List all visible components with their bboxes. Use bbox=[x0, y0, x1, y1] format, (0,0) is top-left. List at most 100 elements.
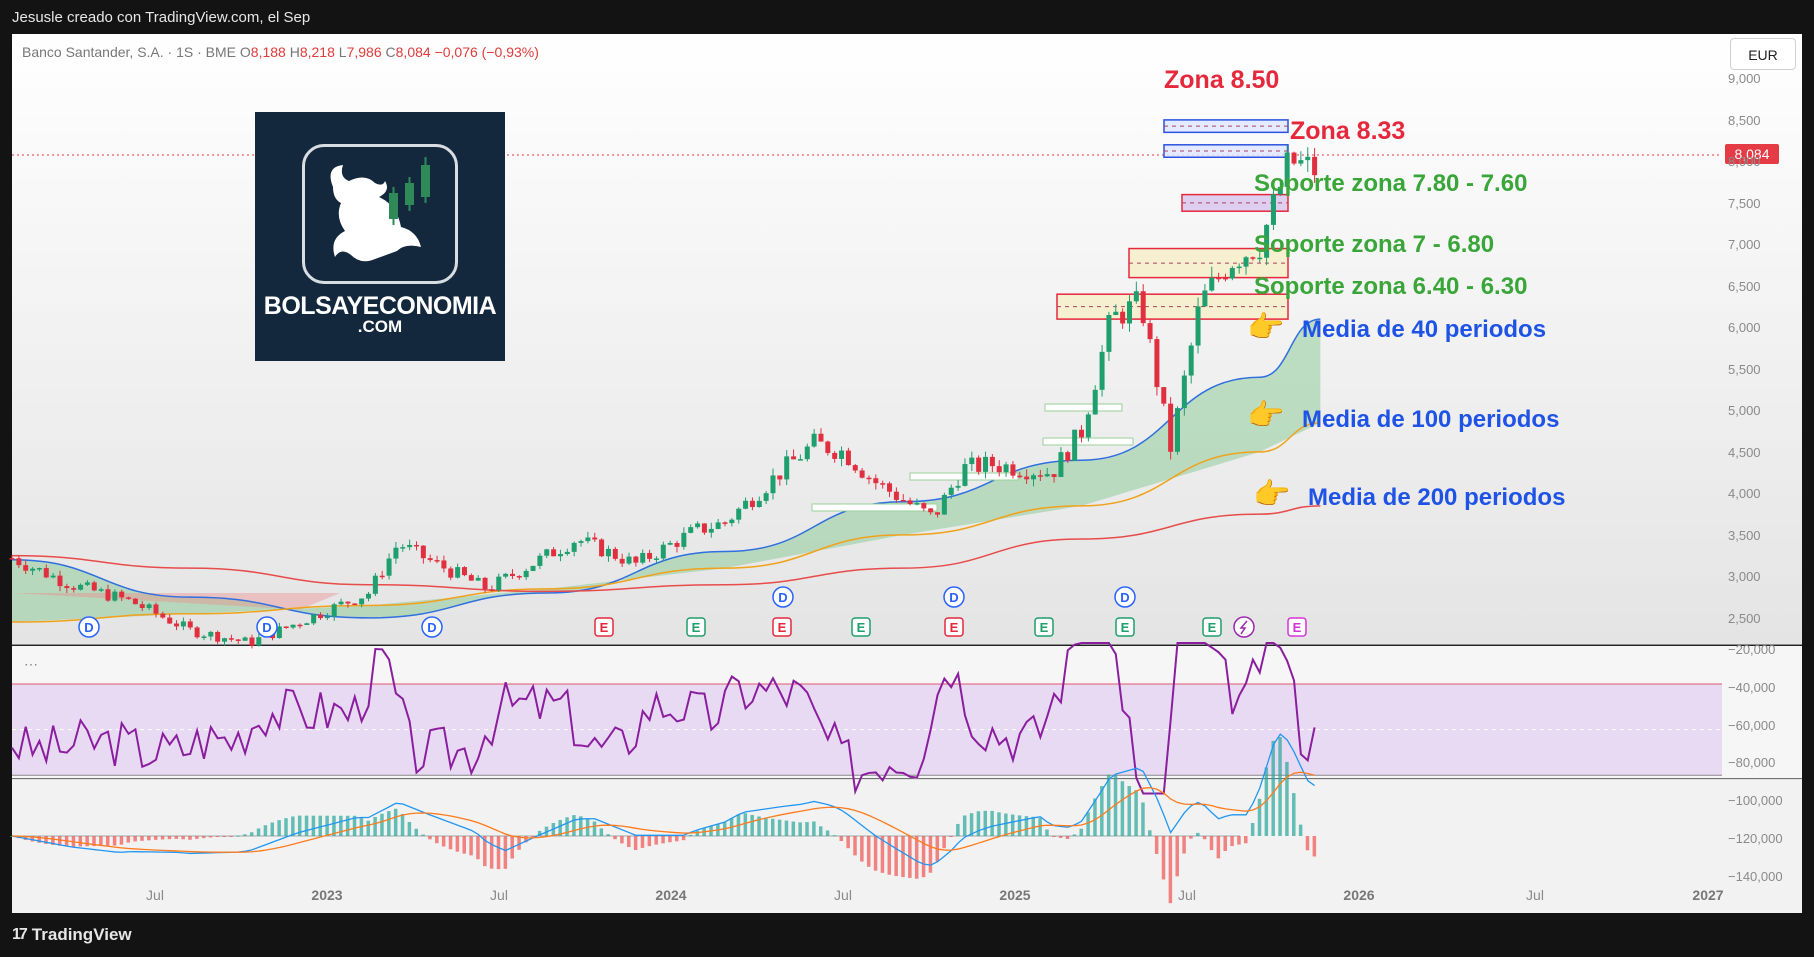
candle-body bbox=[557, 554, 563, 557]
earnings-letter: E bbox=[1040, 620, 1049, 635]
bottom-bar: 17 TradingView bbox=[0, 913, 1814, 957]
indicator-tick: −20,000 bbox=[1728, 642, 1776, 657]
candle-body bbox=[9, 558, 15, 560]
macd-histogram-bar bbox=[839, 836, 844, 842]
candle-body bbox=[859, 470, 865, 478]
macd-histogram-bar bbox=[291, 816, 295, 836]
currency-button[interactable]: EUR bbox=[1730, 38, 1796, 70]
macd-histogram-bar bbox=[311, 815, 316, 836]
macd-histogram-bar bbox=[393, 808, 398, 836]
soporte-640-label[interactable]: Soporte zona 6.40 - 6.30 bbox=[1254, 273, 1527, 301]
candle-body bbox=[1154, 339, 1160, 388]
candle-body bbox=[1085, 414, 1091, 438]
candle-body bbox=[235, 639, 241, 641]
candle-body bbox=[1181, 375, 1187, 409]
candle-body bbox=[441, 560, 447, 569]
candle-body bbox=[797, 459, 803, 461]
candle-body bbox=[544, 549, 550, 556]
dividend-marker: D bbox=[772, 586, 794, 608]
tradingview-logo[interactable]: 17 TradingView bbox=[12, 925, 132, 945]
candle-body bbox=[1065, 452, 1071, 461]
soporte-700-label[interactable]: Soporte zona 7 - 6.80 bbox=[1254, 231, 1494, 259]
media-100-label[interactable]: Media de 100 periodos bbox=[1302, 406, 1559, 434]
close-label: C bbox=[385, 44, 396, 60]
candle-body bbox=[969, 457, 975, 465]
more-options-icon[interactable]: ⋯ bbox=[24, 656, 38, 673]
candle-body bbox=[551, 549, 557, 557]
dividend-marker: D bbox=[78, 616, 100, 638]
indicator-tick: −120,000 bbox=[1728, 831, 1783, 846]
low-label: L bbox=[338, 44, 347, 60]
earnings-letter: E bbox=[600, 620, 609, 635]
candle-body bbox=[804, 446, 810, 460]
candle-body bbox=[996, 466, 1002, 473]
macd-histogram-bar bbox=[620, 836, 624, 844]
macd-histogram-bar bbox=[1086, 812, 1090, 836]
candle-body bbox=[743, 500, 749, 509]
candle-body bbox=[914, 503, 920, 505]
macd-histogram-bar bbox=[503, 836, 508, 869]
macd-histogram-bar bbox=[894, 836, 898, 877]
macd-histogram-bar bbox=[428, 836, 432, 840]
macd-histogram-bar bbox=[195, 836, 199, 839]
candle-body bbox=[338, 601, 344, 605]
macd-histogram-bar bbox=[277, 820, 281, 836]
price-tick: 8,000 bbox=[1728, 154, 1761, 169]
candle-body bbox=[1113, 311, 1119, 316]
candle-body bbox=[880, 483, 886, 485]
candle-body bbox=[489, 589, 495, 591]
candle-body bbox=[1106, 315, 1112, 352]
range-box bbox=[811, 503, 938, 512]
candle-body bbox=[592, 537, 598, 540]
time-tick: 2027 bbox=[1692, 887, 1724, 903]
media-200-label[interactable]: Media de 200 periodos bbox=[1308, 484, 1565, 512]
macd-histogram-bar bbox=[1271, 740, 1275, 836]
candle-body bbox=[585, 537, 591, 542]
candle-body bbox=[324, 616, 330, 619]
brand-logo: BOLSAYECONOMIA .COM bbox=[255, 112, 505, 361]
macd-histogram-bar bbox=[832, 835, 837, 837]
media-40-label[interactable]: Media de 40 periodos bbox=[1302, 316, 1546, 344]
symbol-legend[interactable]: Banco Santander, S.A. · 1S · BME O8,188 … bbox=[22, 44, 539, 60]
macd-histogram-bar bbox=[983, 810, 988, 836]
indicator-tick: −80,000 bbox=[1728, 755, 1776, 771]
zona-833-label[interactable]: Zona 8.33 bbox=[1290, 117, 1405, 146]
earnings-marker: E bbox=[944, 617, 964, 637]
symbol-name: Banco Santander, S.A. · 1S · BME bbox=[22, 44, 236, 60]
candle-body bbox=[311, 614, 317, 624]
macd-histogram-bar bbox=[688, 834, 693, 836]
candle-body bbox=[516, 576, 522, 578]
macd-histogram-bar bbox=[750, 814, 754, 836]
candle-body bbox=[1003, 464, 1009, 473]
candle-body bbox=[1051, 474, 1057, 477]
soporte-780-label[interactable]: Soporte zona 7.80 - 7.60 bbox=[1254, 170, 1527, 198]
candle-body bbox=[770, 475, 776, 494]
macd-histogram-bar bbox=[1237, 836, 1241, 845]
time-tick: Jul bbox=[834, 887, 852, 903]
macd-histogram-bar bbox=[956, 823, 960, 836]
candle-body bbox=[386, 558, 392, 576]
candle-body bbox=[30, 568, 36, 571]
candle-body bbox=[722, 522, 728, 524]
macd-histogram-bar bbox=[825, 830, 830, 836]
price-tick: 7,000 bbox=[1728, 237, 1761, 252]
macd-histogram-bar bbox=[339, 815, 343, 836]
zona-850-label[interactable]: Zona 8.50 bbox=[1164, 66, 1279, 95]
candle-body bbox=[605, 548, 611, 557]
macd-histogram-bar bbox=[969, 813, 974, 836]
macd-histogram-bar bbox=[743, 813, 748, 836]
macd-histogram-bar bbox=[366, 820, 370, 836]
macd-histogram-bar bbox=[229, 836, 233, 837]
macd-histogram-bar bbox=[599, 828, 604, 836]
macd-histogram-bar bbox=[119, 836, 124, 845]
earnings-marker bbox=[1233, 616, 1255, 638]
candle-body bbox=[180, 621, 186, 627]
candle-body bbox=[132, 598, 138, 605]
range-box bbox=[1044, 403, 1123, 412]
macd-histogram-bar bbox=[1038, 818, 1042, 836]
macd-histogram-bar bbox=[181, 836, 185, 840]
macd-histogram-bar bbox=[647, 836, 652, 847]
macd-histogram-bar bbox=[592, 821, 597, 836]
price-tick: 4,500 bbox=[1728, 444, 1761, 460]
macd-histogram-bar bbox=[654, 836, 658, 845]
